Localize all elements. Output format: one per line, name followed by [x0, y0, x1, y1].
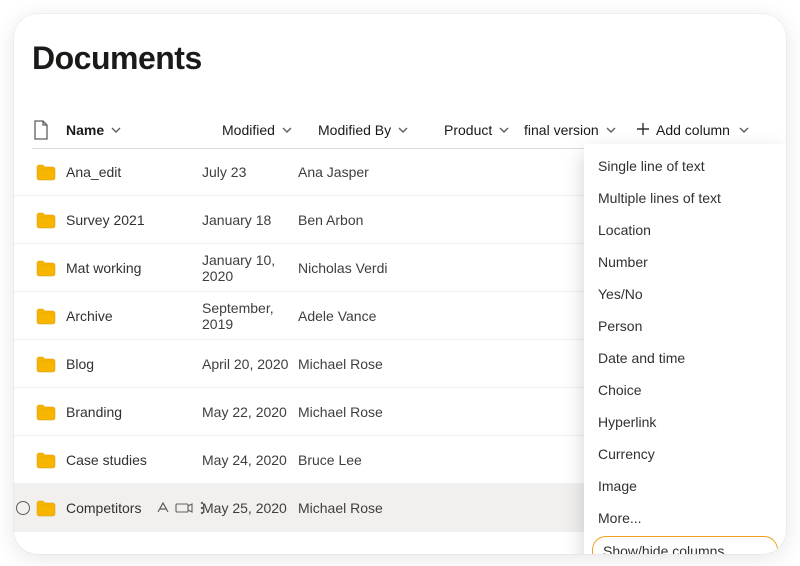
row-modified-by: Adele Vance [298, 308, 424, 324]
share-icon[interactable] [155, 500, 171, 516]
row-modified: September, 2019 [202, 300, 298, 332]
row-name: Competitors [66, 500, 141, 516]
page-title: Documents [32, 40, 202, 77]
folder-icon [36, 163, 56, 181]
add-column-label: Add column [656, 122, 730, 138]
file-icon [32, 120, 50, 140]
menu-item[interactable]: More... [584, 502, 786, 534]
menu-item-show-hide-columns[interactable]: Show/hide columns [592, 536, 778, 554]
column-header-modified-by-label: Modified By [318, 122, 391, 138]
menu-item[interactable]: Choice [584, 374, 786, 406]
row-name: Archive [66, 308, 113, 324]
chevron-down-icon [281, 124, 293, 136]
row-modified-by: Michael Rose [298, 356, 424, 372]
row-select-radio[interactable] [16, 501, 30, 515]
folder-icon [36, 355, 56, 373]
row-modified: April 20, 2020 [202, 356, 298, 372]
row-name: Blog [66, 356, 94, 372]
row-modified-by: Michael Rose [298, 500, 424, 516]
column-header-final-version[interactable]: final version [524, 112, 636, 148]
column-header-final-version-label: final version [524, 122, 599, 138]
row-modified-by: Bruce Lee [298, 452, 424, 468]
chevron-down-icon [498, 124, 510, 136]
link-icon[interactable] [175, 501, 193, 515]
menu-item[interactable]: Image [584, 470, 786, 502]
folder-icon [36, 451, 56, 469]
row-modified-by: Ana Jasper [298, 164, 424, 180]
folder-icon [36, 307, 56, 325]
row-modified: May 25, 2020 [202, 500, 298, 516]
row-name: Survey 2021 [66, 212, 145, 228]
menu-item[interactable]: Currency [584, 438, 786, 470]
row-name: Ana_edit [66, 164, 121, 180]
chevron-down-icon [738, 124, 750, 136]
chevron-down-icon [110, 124, 122, 136]
menu-item[interactable]: Location [584, 214, 786, 246]
folder-icon [36, 211, 56, 229]
menu-item[interactable]: Multiple lines of text [584, 182, 786, 214]
row-modified: May 24, 2020 [202, 452, 298, 468]
column-header-row: Name Modified Modified By Product final … [32, 112, 778, 148]
folder-icon [36, 403, 56, 421]
menu-item[interactable]: Hyperlink [584, 406, 786, 438]
menu-item[interactable]: Date and time [584, 342, 786, 374]
row-modified-by: Nicholas Verdi [298, 260, 424, 276]
row-name: Case studies [66, 452, 147, 468]
row-modified: January 18 [202, 212, 298, 228]
column-header-modified[interactable]: Modified [222, 112, 318, 148]
column-header-product[interactable]: Product [444, 112, 524, 148]
row-name: Branding [66, 404, 122, 420]
plus-icon [636, 122, 650, 139]
column-header-modified-by[interactable]: Modified By [318, 112, 444, 148]
menu-item[interactable]: Person [584, 310, 786, 342]
column-header-name-label: Name [66, 122, 104, 138]
row-modified-by: Ben Arbon [298, 212, 424, 228]
row-modified: May 22, 2020 [202, 404, 298, 420]
add-column-button[interactable]: Add column [636, 122, 750, 139]
chevron-down-icon [397, 124, 409, 136]
menu-item[interactable]: Yes/No [584, 278, 786, 310]
add-column-menu: Single line of textMultiple lines of tex… [584, 144, 786, 554]
row-name: Mat working [66, 260, 141, 276]
document-library-card: Documents Name Modified Modified By Prod… [14, 14, 786, 554]
column-header-product-label: Product [444, 122, 492, 138]
column-header-modified-label: Modified [222, 122, 275, 138]
folder-icon [36, 499, 56, 517]
menu-item[interactable]: Number [584, 246, 786, 278]
row-modified: July 23 [202, 164, 298, 180]
folder-icon [36, 259, 56, 277]
row-modified-by: Michael Rose [298, 404, 424, 420]
column-header-name[interactable]: Name [52, 112, 222, 148]
chevron-down-icon [605, 124, 617, 136]
row-modified: January 10, 2020 [202, 252, 298, 284]
menu-item[interactable]: Single line of text [584, 150, 786, 182]
